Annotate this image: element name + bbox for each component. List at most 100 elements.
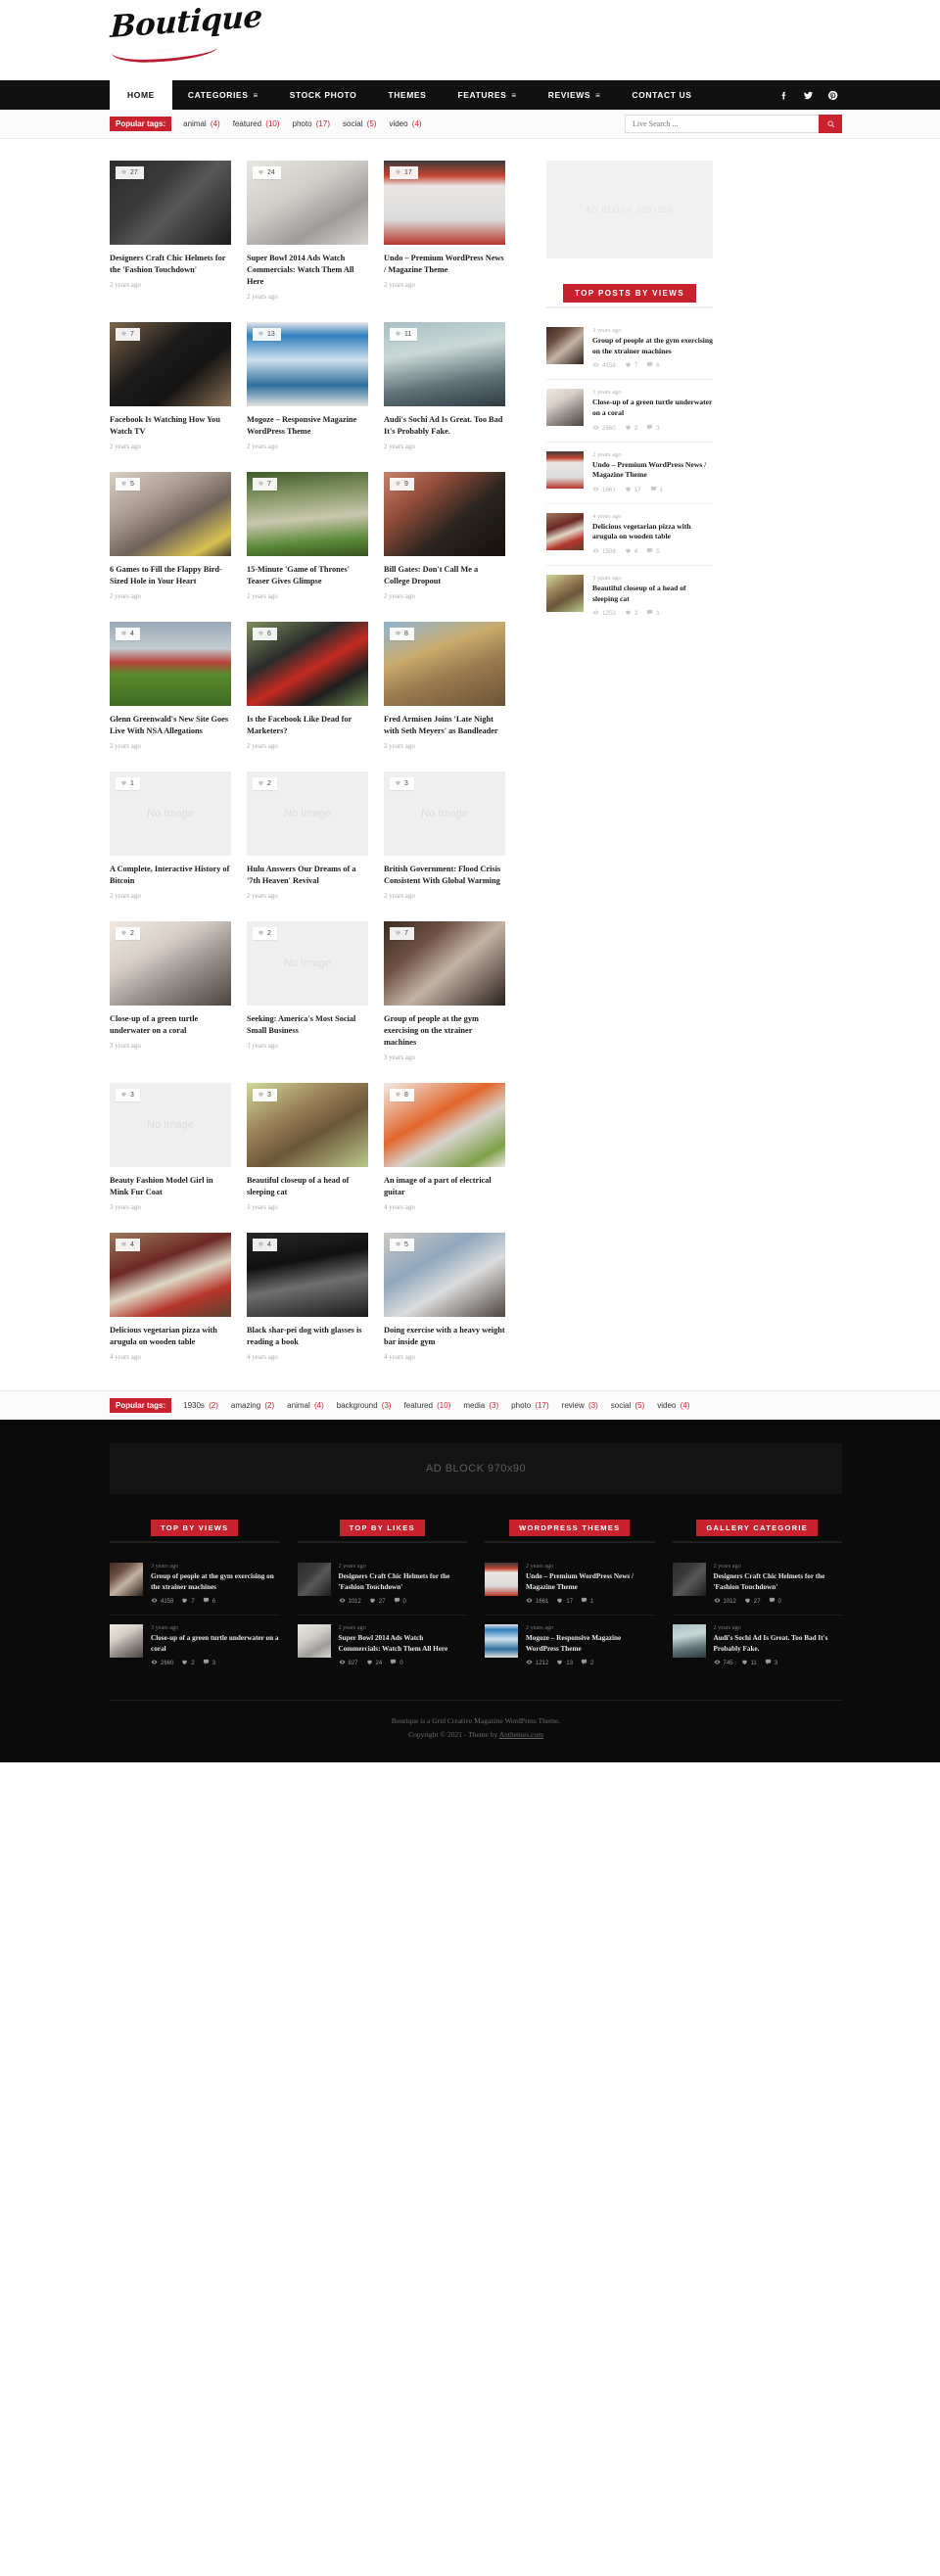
post-title[interactable]: Beauty Fashion Model Girl in Mink Fur Co… [110,1175,231,1198]
post-thumbnail[interactable]: 27 [110,161,231,245]
sidebar-post-item[interactable]: 3 years ago Group of people at the gym ex… [546,318,713,381]
pinterest-icon[interactable] [827,90,838,101]
post-card[interactable]: 4 Glenn Greenwald's New Site Goes Live Wi… [110,622,247,750]
like-badge[interactable]: 7 [390,927,414,941]
footer-post-thumbnail[interactable] [485,1563,518,1597]
like-badge[interactable]: 5 [390,1239,414,1252]
post-thumbnail[interactable]: 4 [110,622,231,707]
post-title[interactable]: British Government: Flood Crisis Consist… [384,864,505,887]
post-thumbnail[interactable]: 6 [247,622,368,707]
like-badge[interactable]: 9 [390,478,414,492]
footer-post-item[interactable]: 2 years ago Mogoze – Responsive Magazine … [485,1616,655,1676]
sidebar-post-thumbnail[interactable] [546,327,584,364]
footer-post-thumbnail[interactable] [672,1624,706,1659]
nav-item-themes[interactable]: THEMES [372,80,442,110]
post-title[interactable]: Facebook Is Watching How You Watch TV [110,414,231,438]
sidebar-post-item[interactable]: 3 years ago Close-up of a green turtle un… [546,380,713,443]
post-thumbnail[interactable]: 2 [110,921,231,1007]
footer-post-title[interactable]: Close-up of a green turtle underwater on… [151,1633,280,1654]
post-card[interactable]: 27 Designers Craft Chic Helmets for the '… [110,161,247,301]
post-thumbnail[interactable]: 4 [110,1233,231,1318]
like-badge[interactable]: 7 [253,478,277,492]
post-title[interactable]: Beautiful closeup of a head of sleeping … [247,1175,368,1198]
top-tag-video[interactable]: video (4) [389,119,421,128]
site-logo[interactable]: Boutique [110,0,262,68]
post-title[interactable]: Bill Gates: Don't Call Me a College Drop… [384,564,505,587]
footer-post-item[interactable]: 3 years ago Close-up of a green turtle un… [110,1616,280,1676]
search-input[interactable] [625,115,819,133]
twitter-icon[interactable] [803,90,814,101]
post-thumbnail[interactable]: 4 [247,1233,368,1318]
bottom-tag-video[interactable]: video (4) [657,1401,689,1410]
bottom-tag-amazing[interactable]: amazing (2) [231,1401,274,1410]
post-title[interactable]: Glenn Greenwald's New Site Goes Live Wit… [110,714,231,737]
post-title[interactable]: Doing exercise with a heavy weight bar i… [384,1325,505,1348]
post-title[interactable]: An image of a part of electrical guitar [384,1175,505,1198]
post-title[interactable]: Close-up of a green turtle underwater on… [110,1013,231,1037]
like-badge[interactable]: 6 [253,628,277,641]
sidebar-post-thumbnail[interactable] [546,389,584,427]
post-card[interactable]: 4 Delicious vegetarian pizza with arugula… [110,1233,247,1361]
nav-item-contact-us[interactable]: CONTACT US [616,80,707,110]
bottom-tag-animal[interactable]: animal (4) [287,1401,324,1410]
post-title[interactable]: Mogoze – Responsive Magazine WordPress T… [247,414,368,438]
sidebar-post-title[interactable]: Delicious vegetarian pizza with arugula … [592,522,713,542]
post-thumbnail[interactable]: 17 [384,161,505,245]
like-badge[interactable]: 13 [253,328,281,342]
post-title[interactable]: Delicious vegetarian pizza with arugula … [110,1325,231,1348]
post-thumbnail[interactable]: No Image 3 [110,1083,231,1168]
post-thumbnail[interactable]: 11 [384,322,505,407]
footer-post-thumbnail[interactable] [485,1624,518,1659]
like-badge[interactable]: 8 [390,628,414,641]
bottom-tag-photo[interactable]: photo (17) [511,1401,548,1410]
bottom-tag-background[interactable]: background (3) [337,1401,392,1410]
post-card[interactable]: 5 6 Games to Fill the Flappy Bird-Sized H… [110,472,247,600]
bottom-tag-social[interactable]: social (5) [611,1401,644,1410]
post-thumbnail[interactable]: No Image 2 [247,921,368,1007]
post-card[interactable]: No Image 2 Seeking: America's Most Social … [247,921,384,1061]
footer-ad-block[interactable]: AD BLOCK 970x90 [110,1443,842,1495]
footer-post-thumbnail[interactable] [110,1624,143,1659]
post-thumbnail[interactable]: 3 [247,1083,368,1168]
footer-post-thumbnail[interactable] [672,1563,706,1597]
post-card[interactable]: 8 Fred Armisen Joins 'Late Night with Set… [384,622,505,750]
post-thumbnail[interactable]: No Image 1 [110,772,231,857]
like-badge[interactable]: 1 [116,777,140,791]
nav-item-features[interactable]: FEATURES ≡ [442,80,532,110]
facebook-icon[interactable] [778,90,789,101]
like-badge[interactable]: 3 [390,777,414,791]
sidebar-post-thumbnail[interactable] [546,575,584,612]
like-badge[interactable]: 2 [116,927,140,941]
post-thumbnail[interactable]: 13 [247,322,368,407]
footer-post-title[interactable]: Undo – Premium WordPress News / Magazine… [526,1571,655,1592]
like-badge[interactable]: 2 [253,777,277,791]
footer-post-item[interactable]: 2 years ago Audi's Sochi Ad Is Great. Too… [672,1616,843,1676]
post-card[interactable]: 2 Close-up of a green turtle underwater o… [110,921,247,1061]
sidebar-post-thumbnail[interactable] [546,512,584,550]
post-card[interactable]: No Image 2 Hulu Answers Our Dreams of a '7… [247,772,384,900]
post-card[interactable]: 7 Group of people at the gym exercising o… [384,921,505,1061]
post-card[interactable]: 8 An image of a part of electrical guitar… [384,1083,505,1211]
post-thumbnail[interactable]: 24 [247,161,368,245]
top-tag-photo[interactable]: photo (17) [293,119,330,128]
like-badge[interactable]: 4 [116,1239,140,1252]
post-card[interactable]: 11 Audi's Sochi Ad Is Great. Too Bad It's… [384,322,505,450]
post-thumbnail[interactable]: No Image 2 [247,772,368,857]
post-title[interactable]: 6 Games to Fill the Flappy Bird-Sized Ho… [110,564,231,587]
top-tag-social[interactable]: social (5) [343,119,376,128]
like-badge[interactable]: 11 [390,328,418,342]
sidebar-post-title[interactable]: Group of people at the gym exercising on… [592,336,713,356]
post-title[interactable]: Hulu Answers Our Dreams of a '7th Heaven… [247,864,368,887]
like-badge[interactable]: 2 [253,927,277,941]
nav-item-home[interactable]: HOME [110,80,172,110]
post-title[interactable]: Audi's Sochi Ad Is Great. Too Bad It's P… [384,414,505,438]
like-badge[interactable]: 24 [253,166,281,179]
bottom-tag-1930s[interactable]: 1930s (2) [183,1401,218,1410]
footer-post-item[interactable]: 2 years ago Super Bowl 2014 Ads Watch Com… [297,1616,468,1676]
footer-post-item[interactable]: 3 years ago Group of people at the gym ex… [110,1554,280,1616]
post-thumbnail[interactable]: 7 [247,472,368,557]
post-title[interactable]: Seeking: America's Most Social Small Bus… [247,1013,368,1037]
footer-post-thumbnail[interactable] [110,1563,143,1597]
sidebar-post-title[interactable]: Beautiful closeup of a head of sleeping … [592,584,713,604]
post-card[interactable]: 5 Doing exercise with a heavy weight bar … [384,1233,505,1361]
